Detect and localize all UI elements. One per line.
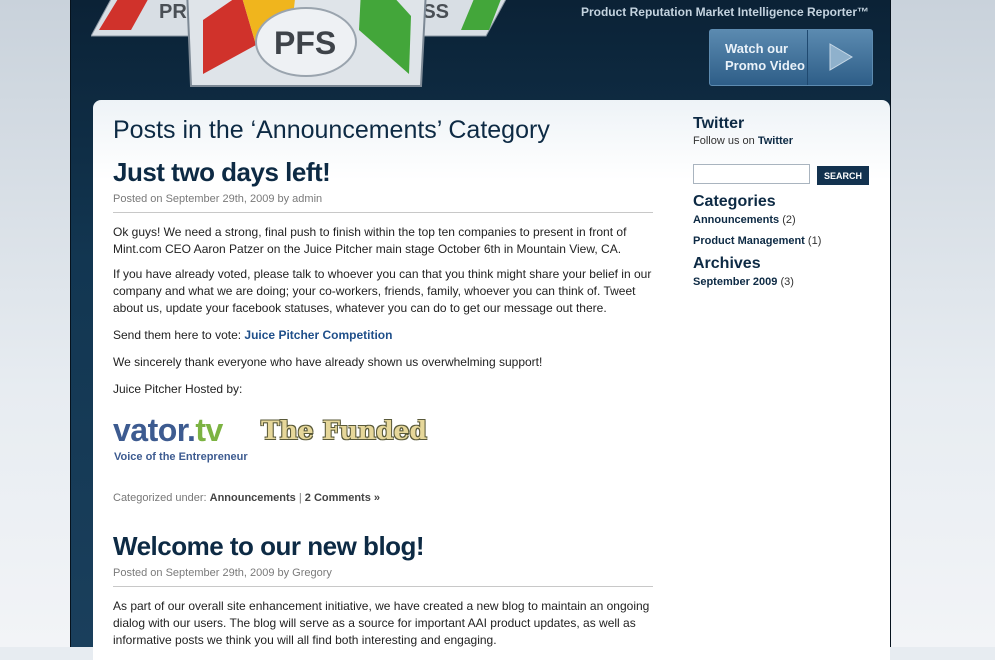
post-paragraph: Ok guys! We need a strong, final push to…	[113, 225, 627, 256]
page-title: Posts in the ‘Announcements’ Category	[113, 116, 550, 144]
category-count: (2)	[782, 214, 796, 226]
vator-tagline: Voice of the Entrepreneur	[114, 451, 248, 463]
promo-video-button[interactable]: Watch our Promo Video	[709, 29, 873, 86]
post-paragraph: We sincerely thank everyone who have alr…	[113, 355, 543, 369]
archive-link[interactable]: September 2009	[693, 276, 777, 288]
categorized-label: Categorized under:	[113, 492, 210, 504]
post-paragraph: Juice Pitcher Hosted by:	[113, 382, 243, 396]
content-panel: Posts in the ‘Announcements’ Category Ju…	[93, 100, 890, 660]
post-categories: Categorized under: Announcements | 2 Com…	[113, 492, 380, 504]
vator-logo[interactable]: vator.tv	[113, 412, 223, 449]
gauge-center-label: PFS	[274, 25, 336, 61]
gauge-logo[interactable]: PRS PSS PFS	[91, 0, 511, 96]
comments-link[interactable]: 2 Comments »	[305, 492, 380, 504]
twitter-follow-prefix: Follow us on	[693, 135, 758, 147]
category-item: Product Management (1)	[693, 235, 821, 247]
page-background-left	[0, 0, 70, 647]
post-meta: Posted on September 29th, 2009 by Gregor…	[113, 567, 332, 579]
twitter-heading: Twitter	[693, 115, 745, 132]
twitter-follow-text: Follow us on Twitter	[693, 135, 793, 147]
gauge-center: PFS	[186, 0, 427, 87]
vator-logo-name: vator.	[113, 412, 196, 448]
category-link[interactable]: Announcements	[210, 492, 296, 504]
divider	[113, 586, 653, 587]
promo-divider	[807, 30, 808, 85]
promo-line-2: Promo Video	[725, 58, 805, 73]
juice-pitcher-link[interactable]: Juice Pitcher Competition	[244, 328, 392, 342]
search-button[interactable]: SEARCH	[817, 166, 869, 185]
post-paragraph: If you have already voted, please talk t…	[113, 267, 652, 315]
promo-video-label: Watch our Promo Video	[725, 40, 815, 74]
category-count: (1)	[807, 235, 822, 247]
site-tagline: Product Reputation Market Intelligence R…	[580, 5, 869, 19]
post-paragraph: Send them here to vote: Juice Pitcher Co…	[113, 327, 653, 344]
category-link[interactable]: Announcements	[693, 214, 779, 226]
post-paragraph: As part of our overall site enhancement …	[113, 599, 650, 647]
archive-count: (3)	[780, 276, 794, 288]
post-title-link[interactable]: Welcome to our new blog!	[113, 531, 425, 562]
vator-logo-tld: tv	[195, 412, 223, 448]
post-meta: Posted on September 29th, 2009 by admin	[113, 193, 323, 205]
play-icon	[829, 43, 853, 71]
category-item: Announcements (2)	[693, 214, 796, 226]
categories-heading: Categories	[693, 193, 776, 210]
post-title-link[interactable]: Just two days left!	[113, 157, 331, 188]
twitter-link[interactable]: Twitter	[758, 135, 793, 147]
archive-item: September 2009 (3)	[693, 276, 794, 288]
site-frame: PRS PSS PFS Product Reputation Market In…	[70, 0, 891, 660]
search-input[interactable]	[693, 164, 810, 184]
promo-line-1: Watch our	[725, 41, 789, 56]
archives-heading: Archives	[693, 255, 761, 272]
category-link[interactable]: Product Management	[693, 235, 805, 247]
sponsor-logos: vator.tv Voice of the Entrepreneur The F…	[113, 412, 453, 463]
divider	[113, 212, 653, 213]
page-background-right	[889, 0, 995, 647]
separator: |	[295, 492, 305, 504]
vote-prefix: Send them here to vote:	[113, 328, 245, 342]
the-funded-logo[interactable]: The Funded	[261, 416, 427, 445]
